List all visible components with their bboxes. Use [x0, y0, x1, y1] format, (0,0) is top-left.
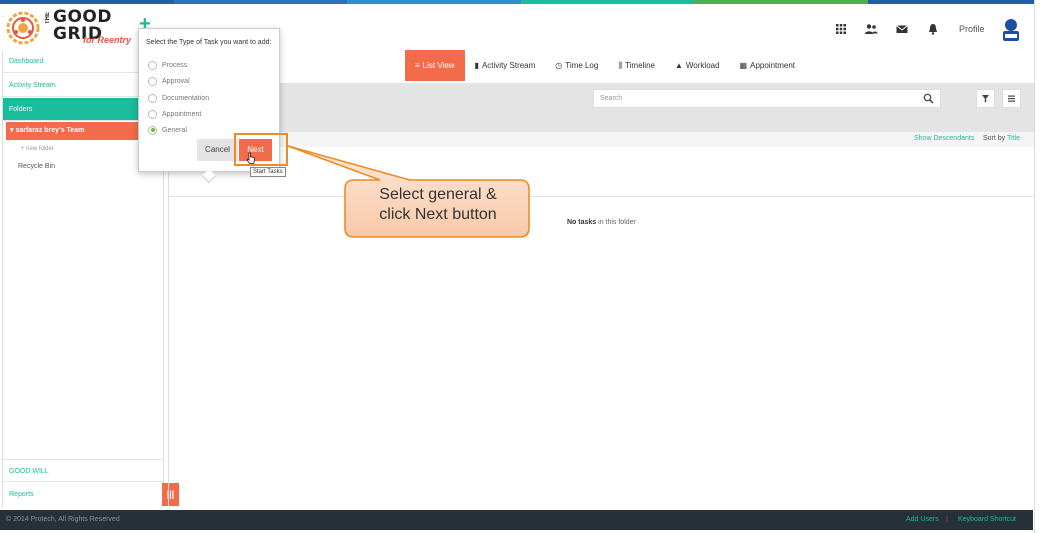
no-tasks-bold: No tasks [567, 219, 597, 226]
comment-icon: ▮ [474, 61, 479, 70]
hamburger-icon [1008, 95, 1015, 102]
menu-button[interactable] [1002, 89, 1021, 108]
next-button-highlight-frame [234, 133, 288, 166]
empty-state-message: No tasks in this folder [567, 219, 636, 226]
bell-icon[interactable] [926, 23, 940, 35]
radio-button[interactable] [148, 60, 157, 70]
search-input[interactable]: Search [593, 89, 941, 108]
search-placeholder: Search [600, 95, 623, 102]
task-list-divider [169, 196, 1034, 197]
apps-grid-icon[interactable] [834, 23, 848, 35]
sidebar-item-good-will[interactable]: GOOD WILL [3, 459, 164, 482]
radio-option-process[interactable]: Process [148, 60, 187, 70]
sidebar-item-recycle-bin[interactable]: Recycle Bin [18, 163, 55, 170]
sort-by-label: Sort by [983, 135, 1006, 142]
brand-logo[interactable]: THE GOOD GRID for Reentry [5, 8, 131, 50]
tab-list-view[interactable]: ≡ List View [405, 50, 465, 81]
tab-label: Activity Stream [481, 61, 536, 70]
radio-button[interactable] [148, 76, 157, 86]
window-edge [1034, 0, 1041, 533]
tab-label: Timeline [625, 61, 655, 70]
logo-tagline: for Reentry [83, 35, 132, 45]
show-descendants-link[interactable]: Show Descendants [914, 135, 974, 142]
start-tasks-tooltip: Start Tasks [250, 167, 286, 177]
callout-line-2: click Next button [379, 206, 497, 223]
users-icon[interactable] [864, 23, 878, 35]
callout-text: Select general & click Next button [348, 185, 528, 225]
radio-option-general[interactable]: General [148, 125, 187, 135]
tab-timeline[interactable]: ⫼ Timeline [608, 50, 665, 81]
radio-button[interactable] [148, 109, 157, 119]
filter-button[interactable] [976, 89, 995, 108]
sidebar-item-reports[interactable]: Reports [3, 483, 164, 506]
user-icon: ▲ [674, 61, 683, 70]
sort-by: Sort by Title [983, 135, 1020, 142]
mouse-pointer-icon [246, 152, 255, 164]
team-label: sarfaraz brey's Team [15, 127, 85, 134]
footer: © 2014 Protech, All Rights Reserved Add … [0, 510, 1033, 530]
filter-icon [982, 95, 989, 103]
envelope-icon[interactable] [895, 23, 909, 35]
keyboard-shortcut-link[interactable]: Keyboard Shortcut [958, 516, 1016, 523]
radio-button[interactable] [148, 93, 157, 103]
view-tabs: ≡ List View ▮ Activity Stream ◷ Time Log ⫼ T… [405, 50, 805, 81]
tab-appointment[interactable]: ▦ Appointment [730, 50, 805, 81]
tab-label: Time Log [565, 61, 599, 70]
radio-option-approval[interactable]: Approval [148, 76, 190, 86]
clock-icon: ◷ [555, 61, 563, 70]
radio-label: General [162, 126, 187, 134]
sliders-icon: ⫼ [618, 61, 623, 70]
tab-label: Workload [685, 61, 720, 70]
sort-bar: Show Descendants Sort by Title [169, 132, 1034, 147]
gear-logo-icon [6, 11, 40, 45]
calendar-icon: ▦ [739, 61, 748, 70]
sort-by-title-link[interactable]: Title [1007, 135, 1020, 142]
callout-line-1: Select general & [379, 186, 497, 203]
search-icon[interactable] [923, 93, 934, 104]
no-tasks-rest: in this folder [596, 219, 636, 226]
radio-label: Approval [162, 77, 190, 85]
add-users-link[interactable]: Add Users [906, 516, 939, 523]
radio-label: Documentation [162, 94, 210, 102]
tab-activity-stream[interactable]: ▮ Activity Stream [465, 50, 546, 81]
copyright-text: © 2014 Protech, All Rights Reserved [6, 516, 120, 523]
radio-option-appointment[interactable]: Appointment [148, 109, 201, 119]
profile-link[interactable]: Profile [959, 24, 985, 34]
page: THE GOOD GRID for Reentry + Profile Dash… [0, 0, 1041, 533]
main-content: ≡ List View ▮ Activity Stream ◷ Time Log ⫼ T… [168, 50, 1034, 507]
filter-toolbar: Search [169, 83, 1034, 132]
tab-label: Appointment [750, 61, 796, 70]
tab-time-log[interactable]: ◷ Time Log [545, 50, 608, 81]
avatar[interactable] [1000, 18, 1022, 42]
new-folder-link[interactable]: + new folder [21, 146, 54, 152]
cancel-button[interactable]: Cancel [197, 139, 238, 161]
footer-separator: | [946, 516, 948, 523]
logo-the: THE [45, 12, 51, 24]
popup-title: Select the Type of Task you want to add: [146, 39, 272, 46]
tab-label: List View [422, 61, 455, 70]
radio-label: Process [162, 61, 188, 69]
tab-workload[interactable]: ▲ Workload [665, 50, 730, 81]
radio-button-checked[interactable] [148, 125, 157, 135]
radio-label: Appointment [162, 110, 202, 118]
list-icon: ≡ [415, 61, 420, 70]
radio-option-documentation[interactable]: Documentation [148, 93, 209, 103]
